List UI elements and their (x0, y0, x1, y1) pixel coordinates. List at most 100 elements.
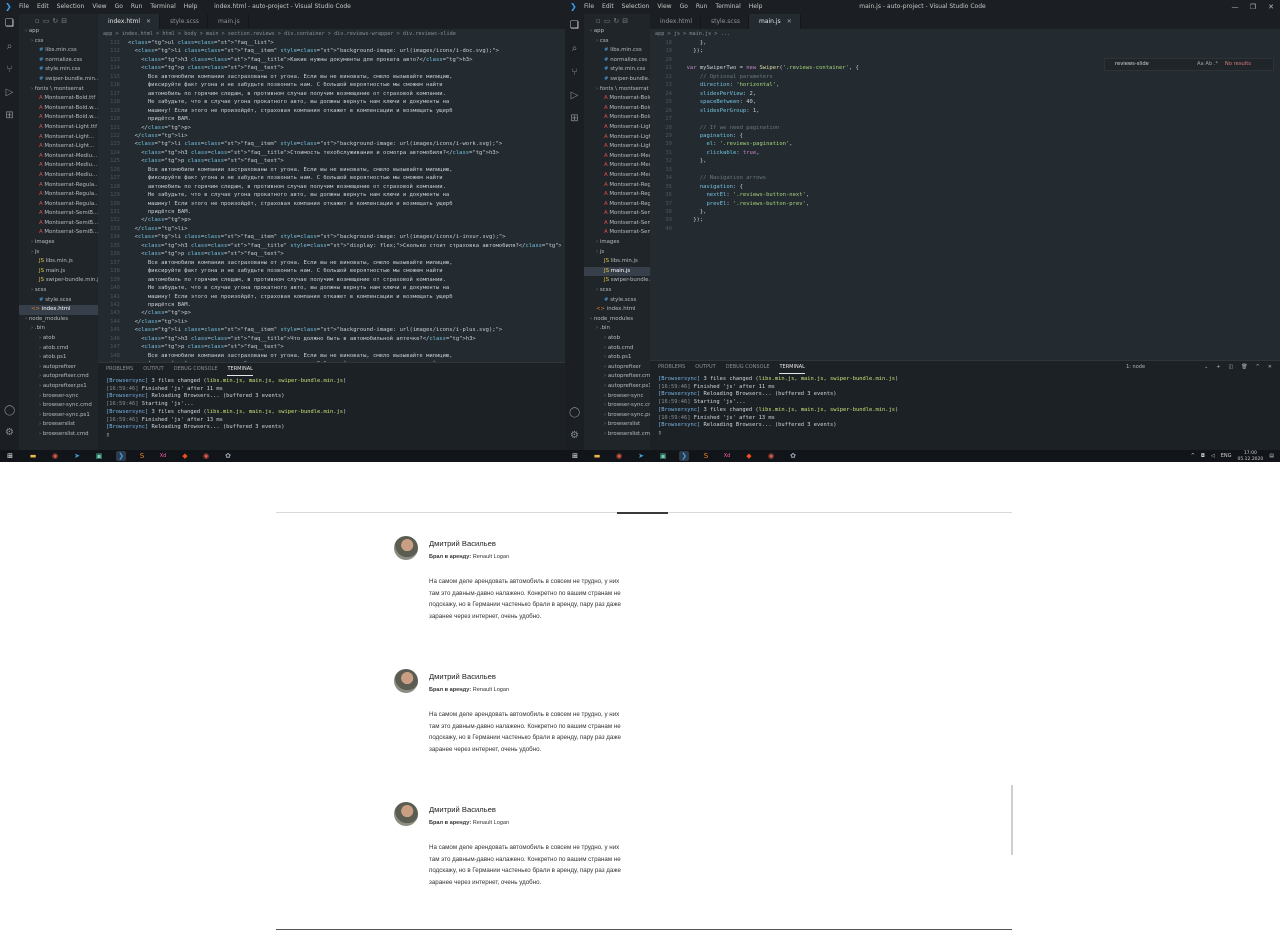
code-line[interactable]: <class="tg">h3 class=class="st">"faq__ti… (128, 242, 561, 250)
code-line[interactable]: slidesPerView: 2, (680, 90, 1276, 98)
tree-item[interactable]: › browserslist.cmd (19, 430, 98, 440)
terminal-output[interactable]: [Browsersync] 3 files changed (libs.min.… (650, 374, 1280, 440)
start-icon-2[interactable]: ⊞ (570, 451, 580, 461)
code-line[interactable]: <class="tg">ul class=class="st">"faq__li… (128, 39, 561, 47)
code-line[interactable]: }, (680, 157, 1276, 165)
tree-item[interactable]: A Montserrat-Light... (19, 142, 98, 152)
terminal-dropdown-icon[interactable]: ⌄ (1204, 362, 1208, 373)
tree-item[interactable]: › css (584, 37, 650, 47)
tree-item[interactable]: › node_modules (19, 315, 98, 325)
tray-up-icon[interactable]: ^ (1191, 450, 1195, 462)
tree-item[interactable]: # style.min.css (19, 65, 98, 75)
tree-item[interactable]: # libs.min.css (19, 46, 98, 56)
chrome-icon-3[interactable]: ◉ (614, 451, 624, 461)
code-line[interactable]: navigation: { (680, 183, 1276, 191)
tree-item[interactable]: # style.min.css (584, 65, 650, 75)
extensions-icon[interactable]: ⊞ (569, 113, 580, 124)
tree-item[interactable]: › app (584, 27, 650, 37)
code-view[interactable]: 18 }, 19 }); 20 21 var mySwiperTwo = new Sw… (650, 39, 1280, 367)
terminal-output[interactable]: [Browsersync] 3 files changed (libs.min.… (98, 376, 565, 442)
search-icon[interactable]: ⌕ (569, 43, 580, 54)
code-line[interactable]: </class="tg">p> (128, 216, 561, 224)
code-line[interactable]: машину! Если этого не произойдёт, страхо… (128, 200, 561, 208)
code-line[interactable]: </class="tg">li> (128, 318, 561, 326)
code-line[interactable]: <class="tg">p class=class="st">"faq__tex… (128, 343, 561, 351)
tree-item[interactable]: › browser-sync.cmd (584, 401, 650, 411)
code-line[interactable]: </class="tg">li> (128, 132, 561, 140)
close-icon[interactable]: ✕ (1262, 0, 1280, 14)
run-icon[interactable]: ▷ (4, 87, 15, 98)
code-line[interactable]: prevEl: '.reviews-button-prev', (680, 200, 1276, 208)
tree-item[interactable]: › browserslist (19, 420, 98, 430)
tree-item[interactable]: › autoprefixer.cmd (19, 372, 98, 382)
tree-item[interactable]: › node_modules (584, 315, 650, 325)
tree-item[interactable]: A Montserrat-Mediu... (19, 152, 98, 162)
code-line[interactable]: </class="tg">p> (128, 309, 561, 317)
code-line[interactable]: }, (680, 208, 1276, 216)
tree-item[interactable]: › autoprefixer (19, 363, 98, 373)
tree-item[interactable]: A Montserrat-Light.ttf (584, 123, 650, 133)
code-line[interactable]: фиксируйте факт угона и не забудьте позв… (128, 81, 561, 89)
tree-item[interactable]: # libs.min.css (584, 46, 650, 56)
tree-item[interactable]: › fonts \ montserrat (19, 85, 98, 95)
vscode-taskbar-icon-2[interactable]: ❯ (679, 451, 689, 461)
page-scrollbar[interactable] (1011, 785, 1013, 855)
network-icon[interactable]: ◘ (1201, 450, 1205, 462)
code-line[interactable]: <class="tg">h3 class=class="st">"faq__ti… (128, 335, 561, 343)
code-line[interactable]: }); (680, 216, 1276, 224)
run-icon[interactable]: ▷ (569, 90, 580, 101)
panel-tab[interactable]: PROBLEMS (658, 361, 685, 374)
breadcrumb[interactable]: app > index.html > html > body > main > … (98, 29, 565, 39)
explorer-icon[interactable]: ❏ (569, 20, 580, 31)
tree-item[interactable]: › css (19, 37, 98, 47)
extensions-icon[interactable]: ⊞ (4, 110, 15, 121)
tree-item[interactable]: › js (584, 248, 650, 258)
panel-tab[interactable]: OUTPUT (143, 363, 163, 376)
editor-tab[interactable]: index.html (650, 14, 701, 29)
code-line[interactable]: Все автомобили компании застрахованы от … (128, 73, 561, 81)
code-line[interactable]: Не забудьте, что в случае угона прокатно… (128, 191, 561, 199)
code-line[interactable]: Все автомобили компании застрахованы от … (128, 166, 561, 174)
code-line[interactable]: автомобиль по горячим следам, в противно… (128, 90, 561, 98)
tree-item[interactable]: › autoprefixer.ps1 (584, 382, 650, 392)
editor-tab[interactable]: index.html ✕ (98, 14, 161, 29)
editor-tab[interactable]: main.js (208, 14, 249, 29)
adobe-xd-icon[interactable]: Xd (158, 451, 168, 461)
explorer-icon[interactable]: ❏ (4, 18, 15, 29)
code-line[interactable]: }, (680, 39, 1276, 47)
telegram-icon[interactable]: ➤ (72, 451, 82, 461)
minimize-icon[interactable]: — (1226, 0, 1244, 14)
code-line[interactable]: <class="tg">p class=class="st">"faq__tex… (128, 157, 561, 165)
code-line[interactable]: автомобиль по горячим следам, в противно… (128, 183, 561, 191)
tree-item[interactable]: › atob.cmd (584, 344, 650, 354)
code-line[interactable]: // If we need pagination (680, 124, 1276, 132)
tree-item[interactable]: › atob.cmd (19, 344, 98, 354)
tree-item[interactable]: › images (19, 238, 98, 248)
code-line[interactable]: var mySwiperTwo = new Swiper('.reviews-c… (680, 64, 1276, 72)
editor-tab[interactable]: main.js ✕ (748, 14, 801, 29)
tree-item[interactable]: A Montserrat-Bold.w... (584, 113, 650, 123)
editor-tab[interactable]: style.scss (160, 14, 209, 29)
refresh-icon[interactable]: ↻ (52, 17, 58, 27)
code-line[interactable]: <class="tg">li class=class="st">"faq__it… (128, 140, 561, 148)
tree-item[interactable]: › scss (584, 286, 650, 296)
sublime-icon[interactable]: S (137, 451, 147, 461)
panel-tab[interactable]: DEBUG CONSOLE (174, 363, 218, 376)
code-line[interactable]: <class="tg">li class=class="st">"faq__it… (128, 233, 561, 241)
volume-icon[interactable]: ◁ (1211, 450, 1215, 462)
tree-item[interactable]: › scss (19, 286, 98, 296)
code-line[interactable]: машину! Если этого не произойдёт, страхо… (128, 107, 561, 115)
tree-item[interactable]: # swiper-bundle.min... (19, 75, 98, 85)
close-icon[interactable]: ✕ (146, 18, 151, 25)
new-folder-icon[interactable]: ▭ (604, 17, 611, 27)
tree-item[interactable]: <> index.html (19, 305, 98, 315)
code-line[interactable]: }); (680, 47, 1276, 55)
account-icon[interactable]: ◯ (4, 405, 15, 416)
chrome-icon-4[interactable]: ◉ (766, 451, 776, 461)
tree-item[interactable]: › browserslist.cmd (584, 430, 650, 440)
kill-terminal-icon[interactable]: 🗑 (1241, 362, 1247, 373)
tree-item[interactable]: A Montserrat-Regula... (19, 181, 98, 191)
tree-item[interactable]: › atob.ps1 (584, 353, 650, 363)
code-line[interactable]: фиксируйте факт угона и не забудьте позв… (128, 267, 561, 275)
tree-item[interactable]: A Montserrat-SemiB... (584, 219, 650, 229)
